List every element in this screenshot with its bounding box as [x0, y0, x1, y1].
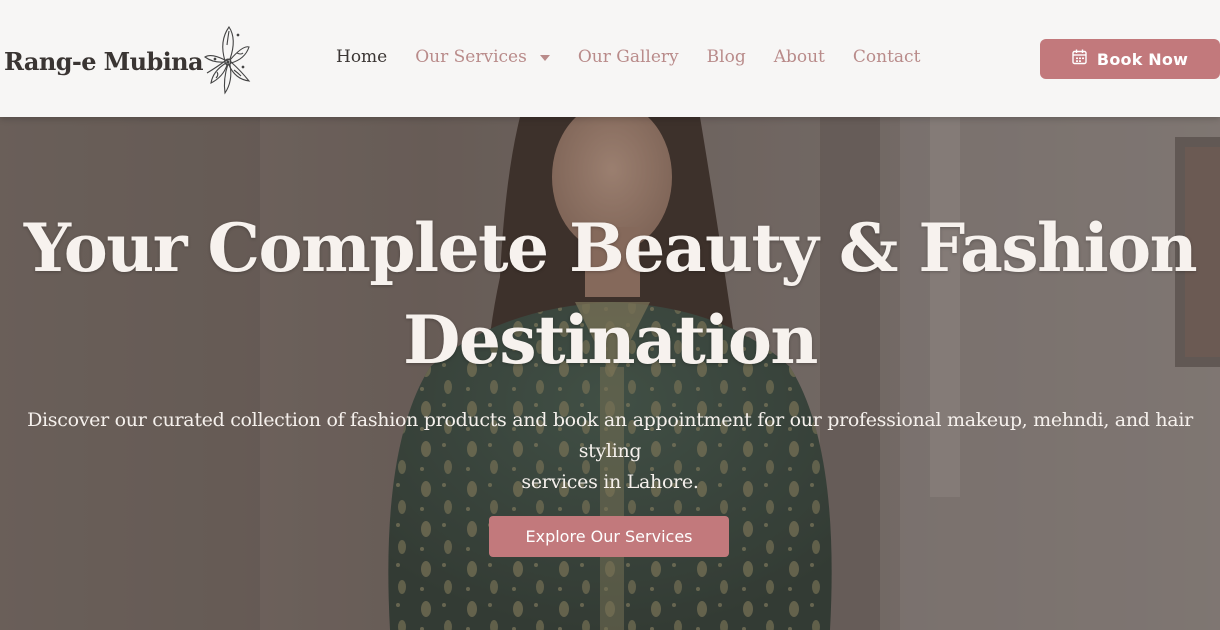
nav-item-home[interactable]: Home [336, 47, 387, 67]
book-now-label: Book Now [1096, 49, 1189, 69]
calendar-icon [1072, 49, 1087, 69]
nav-item-label: Our Gallery [577, 47, 679, 67]
chevron-down-icon[interactable] [539, 55, 550, 61]
hero-subtitle: Discover our curated collection of fashi… [0, 405, 1220, 498]
hero-section: Your Complete Beauty & Fashion Destinati… [0, 117, 1220, 630]
brand-name: Rang-e Mubina [4, 46, 204, 76]
hero-subtitle-line-1: Discover our curated collection of fashi… [27, 409, 1193, 462]
nav-item-label: Blog [706, 47, 746, 67]
nav-item-our-gallery[interactable]: Our Gallery [578, 47, 679, 67]
hero-title-line-2: Destination [403, 301, 818, 379]
nav-item-blog[interactable]: Blog [707, 47, 746, 67]
nav-item-contact[interactable]: Contact [853, 47, 921, 67]
explore-services-button[interactable]: Explore Our Services [489, 516, 729, 557]
nav-item-about[interactable]: About [774, 47, 825, 67]
nav-item-label: Contact [852, 47, 921, 67]
nav-item-our-services[interactable]: Our Services [415, 47, 550, 67]
brand-logo[interactable]: Rang-e Mubina [4, 22, 251, 100]
hero-title: Your Complete Beauty & Fashion Destinati… [0, 202, 1220, 386]
nav-item-label: Home [336, 47, 388, 67]
book-now-button[interactable]: Book Now [1040, 39, 1220, 79]
nav-item-label: Our Services [415, 47, 527, 67]
nav-item-label: About [773, 47, 825, 67]
hero-title-line-1: Your Complete Beauty & Fashion [23, 209, 1198, 287]
hero-subtitle-line-2: services in Lahore. [521, 471, 699, 493]
site-header: Rang-e Mubina Home Our Services Our Gall… [0, 0, 1220, 117]
henna-flower-icon [203, 23, 251, 99]
main-nav: Home Our Services Our Gallery Blog About… [336, 47, 948, 67]
